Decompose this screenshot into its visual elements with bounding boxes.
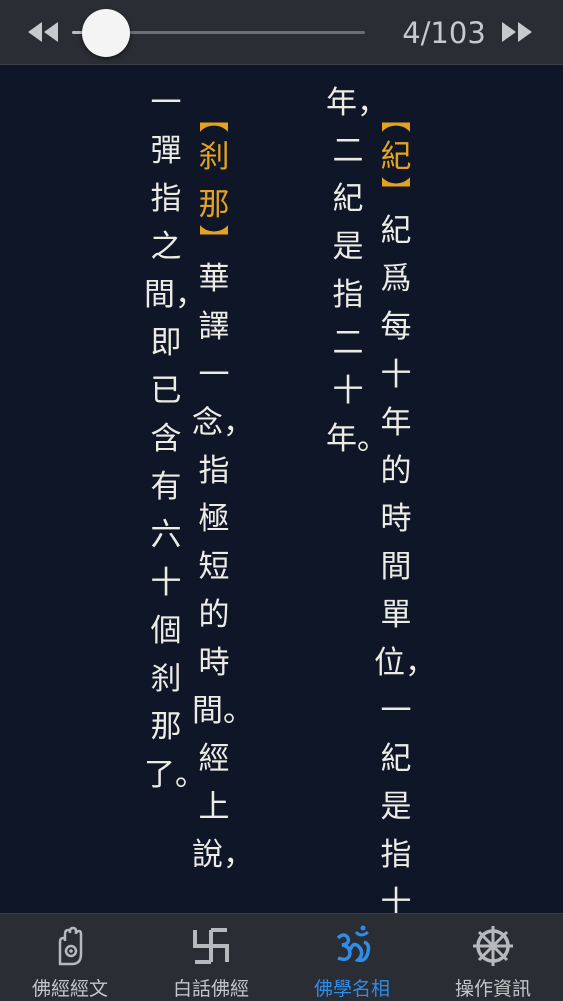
dharma-wheel-icon bbox=[473, 926, 513, 966]
entry-column: ︻ 紀 ︼ 紀爲每十年的時間單位，一紀是指十 bbox=[374, 105, 436, 927]
open-bracket-icon: ︻ bbox=[199, 102, 229, 137]
tab-label: 佛學名相 bbox=[313, 978, 390, 1000]
fast-forward-icon bbox=[502, 22, 532, 42]
tab-vernacular-sutra[interactable]: 白話佛經 bbox=[141, 914, 281, 1001]
page-counter: 4/103 bbox=[402, 16, 486, 50]
tab-buddhist-terms[interactable]: 佛學名相 bbox=[282, 914, 422, 1001]
om-icon bbox=[336, 925, 371, 963]
glossary-content: ︻ 紀 ︼ 紀爲每十年的時間單位，一紀是指十 年，二紀是指二十年。 ︻ 刹那 ︼… bbox=[0, 65, 563, 921]
entry-continuation-column: 一彈指之間，即已含有六十個刹那了。 bbox=[144, 79, 206, 799]
next-page-button[interactable] bbox=[500, 20, 534, 44]
close-bracket-icon: ︼ bbox=[199, 224, 229, 259]
entry-continuation-column: 年，二紀是指二十年。 bbox=[326, 79, 388, 463]
tab-label: 佛經經文 bbox=[31, 978, 108, 1000]
entry-definition-line: 紀爲每十年的時間單位，一紀是指十 bbox=[374, 213, 436, 921]
tab-sutra-text[interactable]: 佛經經文 bbox=[0, 914, 140, 1001]
tab-label: 操作資訊 bbox=[454, 978, 531, 1000]
reader-toolbar: 4/103 bbox=[0, 0, 563, 65]
close-bracket-icon: ︼ bbox=[381, 176, 411, 211]
rewind-icon bbox=[28, 22, 58, 42]
hand-icon bbox=[58, 926, 83, 966]
entry-term: 紀 bbox=[380, 139, 412, 175]
tab-label: 白話佛經 bbox=[172, 978, 249, 1000]
tab-bar: 佛經經文 白話佛經 佛學名相 操作資訊 bbox=[0, 913, 563, 1001]
page-slider-thumb[interactable] bbox=[82, 9, 130, 57]
entry-term: 刹那 bbox=[198, 139, 230, 223]
previous-page-button[interactable] bbox=[26, 20, 60, 44]
manji-icon bbox=[193, 928, 229, 964]
tab-operation-info[interactable]: 操作資訊 bbox=[423, 914, 563, 1001]
